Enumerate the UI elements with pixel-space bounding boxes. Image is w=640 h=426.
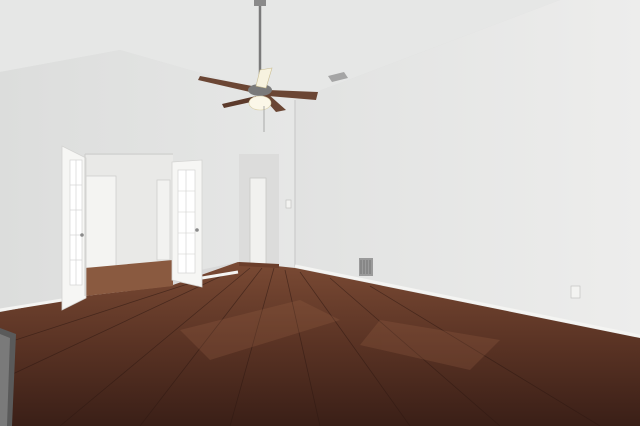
hallway-door[interactable] bbox=[249, 177, 267, 265]
closet-door-2[interactable] bbox=[156, 179, 171, 261]
light-switch[interactable] bbox=[285, 199, 292, 209]
door-knob-left[interactable] bbox=[80, 233, 84, 237]
fan-canopy bbox=[254, 0, 266, 6]
power-outlet bbox=[570, 285, 581, 299]
french-door-right-glass bbox=[177, 169, 196, 274]
room-photo bbox=[0, 0, 640, 426]
closet-door[interactable] bbox=[85, 175, 117, 269]
door-knob-right[interactable] bbox=[195, 228, 199, 232]
french-door-left-glass bbox=[69, 159, 83, 286]
fan-light-bulb bbox=[248, 95, 272, 111]
